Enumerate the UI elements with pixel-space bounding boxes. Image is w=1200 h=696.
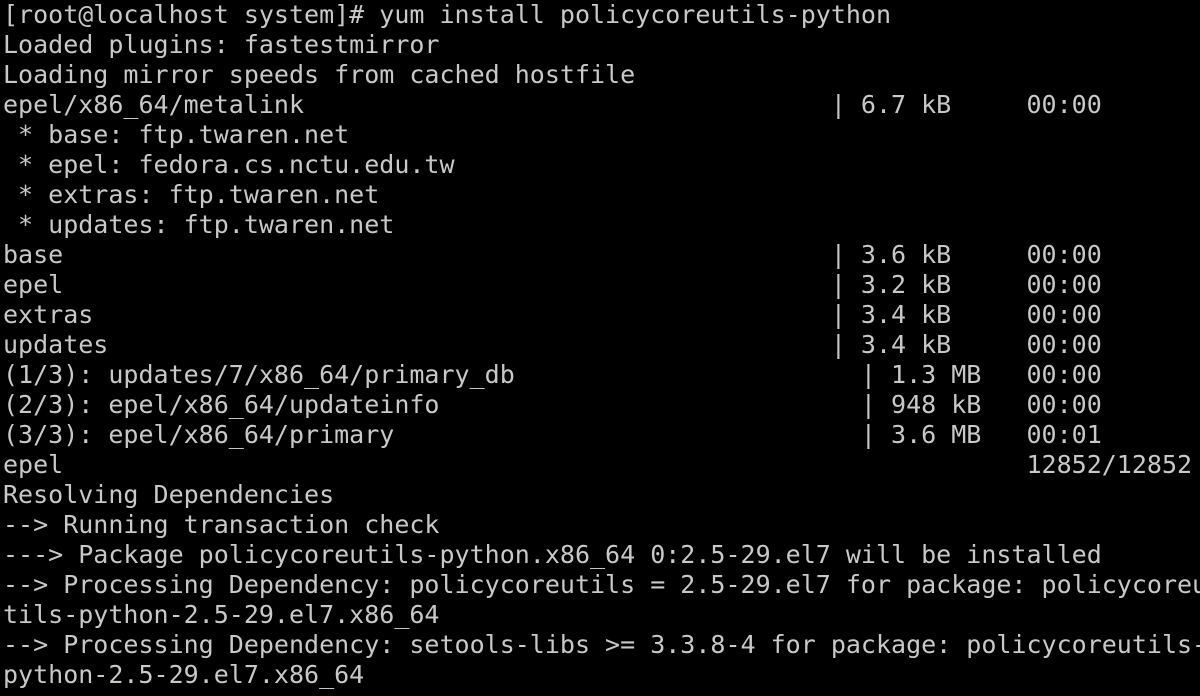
terminal-line: python-2.5-29.el7.x86_64 — [3, 660, 365, 689]
terminal-line: updates | 3.4 kB 00:00 — [3, 330, 1102, 359]
terminal-line: Resolving Dependencies — [3, 480, 335, 509]
terminal-line: epel | 3.2 kB 00:00 — [3, 270, 1102, 299]
terminal-line: base | 3.6 kB 00:00 — [3, 240, 1102, 269]
terminal-line: Loaded plugins: fastestmirror — [3, 30, 440, 59]
terminal-line: (2/3): epel/x86_64/updateinfo | 948 kB 0… — [3, 390, 1102, 419]
terminal-line: * extras: ftp.twaren.net — [3, 180, 380, 209]
terminal-line: (1/3): updates/7/x86_64/primary_db | 1.3… — [3, 360, 1102, 389]
terminal-line: ---> Package policycoreutils-python.x86_… — [3, 540, 1102, 569]
terminal-line: epel 12852/12852 — [3, 450, 1193, 479]
terminal-line: --> Processing Dependency: policycoreuti… — [3, 570, 1200, 599]
terminal-line: Loading mirror speeds from cached hostfi… — [3, 60, 636, 89]
terminal-line: extras | 3.4 kB 00:00 — [3, 300, 1102, 329]
terminal-line: epel/x86_64/metalink | 6.7 kB 00:00 — [3, 90, 1102, 119]
terminal-line: * base: ftp.twaren.net — [3, 120, 350, 149]
terminal-line: * epel: fedora.cs.nctu.edu.tw — [3, 150, 455, 179]
terminal-line: tils-python-2.5-29.el7.x86_64 — [3, 600, 440, 629]
terminal-window[interactable]: [root@localhost system]# yum install pol… — [0, 0, 1200, 696]
terminal-line: --> Running transaction check — [3, 510, 440, 539]
terminal-line: * updates: ftp.twaren.net — [3, 210, 395, 239]
terminal-line: (3/3): epel/x86_64/primary | 3.6 MB 00:0… — [3, 420, 1102, 449]
terminal-line: --> Processing Dependency: setools-libs … — [3, 630, 1200, 659]
terminal-line-command: [root@localhost system]# yum install pol… — [3, 0, 892, 29]
